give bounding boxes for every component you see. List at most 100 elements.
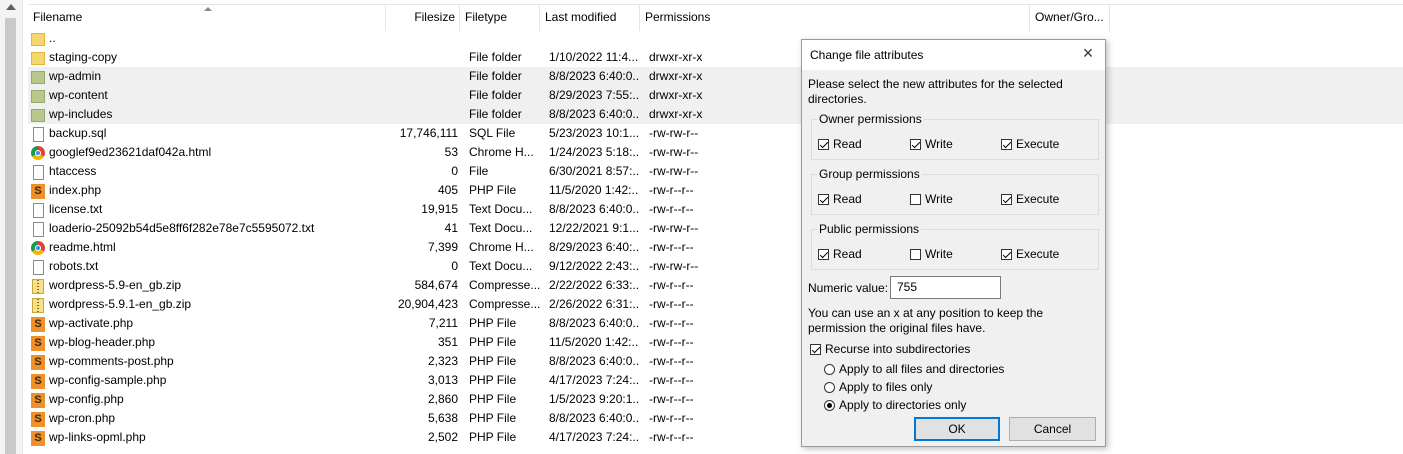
cell-last-modified: 8/8/2023 6:40:0... [549, 411, 639, 425]
table-row[interactable]: .. [28, 29, 1403, 48]
checkbox-label: Read [833, 247, 862, 261]
checkbox-box [818, 249, 829, 260]
cell-permissions: -rw-r--r-- [649, 430, 694, 444]
table-row[interactable]: Swp-blog-header.php 351 PHP File 11/5/2020 … [28, 333, 1403, 352]
numeric-value-input[interactable]: 755 [890, 276, 1001, 299]
column-header-filetype[interactable]: Filetype [460, 5, 540, 31]
group-permissions-group: Group permissions Read Write Execute [811, 167, 1099, 215]
cell-last-modified: 8/8/2023 6:40:0... [549, 316, 639, 330]
owner-read-checkbox[interactable]: Read [818, 137, 862, 151]
owner-execute-checkbox[interactable]: Execute [1001, 137, 1059, 151]
table-row[interactable]: Swp-config-sample.php 3,013 PHP File 4/17/2… [28, 371, 1403, 390]
table-row[interactable]: wp-content File folder 8/29/2023 7:55:... d… [28, 86, 1403, 105]
group-permissions-label: Group permissions [817, 167, 922, 181]
cell-last-modified: 1/24/2023 5:18:... [549, 145, 639, 159]
folder-icon [31, 68, 47, 85]
php-icon: S [31, 315, 47, 332]
cell-permissions: -rw-rw-r-- [649, 221, 699, 235]
scrollbar-thumb[interactable] [5, 18, 16, 454]
cell-filename: backup.sql [49, 126, 107, 140]
public-execute-checkbox[interactable]: Execute [1001, 247, 1059, 261]
file-icon [31, 258, 47, 275]
group-read-checkbox[interactable]: Read [818, 192, 862, 206]
table-row[interactable]: Sindex.php 405 PHP File 11/5/2020 1:42:... -… [28, 181, 1403, 200]
apply-files-only-radio[interactable]: Apply to files only [824, 380, 932, 394]
cell-filename: wordpress-5.9-en_gb.zip [49, 278, 182, 292]
cell-filetype: File folder [469, 88, 522, 102]
owner-permissions-group: Owner permissions Read Write Execute [811, 112, 1099, 160]
cell-filesize: 7,399 [427, 240, 458, 254]
cell-permissions: -rw-r--r-- [649, 202, 694, 216]
column-header-permissions[interactable]: Permissions [640, 5, 1030, 31]
checkbox-label: Execute [1016, 247, 1060, 261]
cell-filetype: PHP File [469, 430, 517, 444]
table-row[interactable]: backup.sql 17,746,111 SQL File 5/23/2023 10… [28, 124, 1403, 143]
table-row[interactable]: googlef9ed23621daf042a.html 53 Chrome H...… [28, 143, 1403, 162]
table-row[interactable]: wp-admin File folder 8/8/2023 6:40:0... drw… [28, 67, 1403, 86]
cell-permissions: -rw-r--r-- [649, 240, 694, 254]
cell-permissions: -rw-r--r-- [649, 183, 694, 197]
checkbox-box [810, 344, 821, 355]
public-permissions-group: Public permissions Read Write Execute [811, 222, 1099, 270]
cell-filetype: PHP File [469, 411, 517, 425]
table-row[interactable]: Swp-activate.php 7,211 PHP File 8/8/2023 6:… [28, 314, 1403, 333]
checkbox-box [910, 139, 921, 150]
file-icon [31, 163, 47, 180]
cell-last-modified: 12/22/2021 9:1... [549, 221, 639, 235]
table-row[interactable]: htaccess 0 File 6/30/2021 8:57:... -rw-rw-r-… [28, 162, 1403, 181]
scroll-up-arrow-icon[interactable] [6, 4, 16, 10]
table-row[interactable]: readme.html 7,399 Chrome H... 8/29/2023 6:4… [28, 238, 1403, 257]
table-row[interactable]: license.txt 19,915 Text Docu... 8/8/2023 6:… [28, 200, 1403, 219]
change-file-attributes-dialog: Change file attributes × Please select t… [801, 39, 1106, 447]
group-execute-checkbox[interactable]: Execute [1001, 192, 1059, 206]
cell-last-modified: 11/5/2020 1:42:... [549, 335, 639, 349]
cell-filename: htaccess [49, 164, 97, 178]
file-icon [31, 220, 47, 237]
checkbox-label: Write [925, 247, 953, 261]
cell-filename: wordpress-5.9.1-en_gb.zip [49, 297, 192, 311]
table-row[interactable]: staging-copy File folder 1/10/2022 11:4...… [28, 48, 1403, 67]
table-row[interactable]: Swp-comments-post.php 2,323 PHP File 8/8/20… [28, 352, 1403, 371]
recurse-subdirectories-checkbox[interactable]: Recurse into subdirectories [810, 342, 970, 356]
table-row[interactable]: wp-includes File folder 8/8/2023 6:40:0...… [28, 105, 1403, 124]
table-row[interactable]: wordpress-5.9.1-en_gb.zip 20,904,423 Compr… [28, 295, 1403, 314]
table-row[interactable]: loaderio-25092b54d5e8ff6f282e78e7c559507… [28, 219, 1403, 238]
column-header-filesize[interactable]: Filesize [386, 5, 460, 31]
cell-filename: loaderio-25092b54d5e8ff6f282e78e7c559507… [49, 221, 315, 235]
cell-filename: wp-comments-post.php [49, 354, 174, 368]
cell-last-modified: 11/5/2020 1:42:... [549, 183, 639, 197]
group-write-checkbox[interactable]: Write [910, 192, 953, 206]
checkbox-box [818, 139, 829, 150]
ok-button[interactable]: OK [914, 417, 1000, 441]
cell-filename: wp-content [49, 88, 108, 102]
table-row[interactable]: Swp-config.php 2,860 PHP File 1/5/2023 9:20… [28, 390, 1403, 409]
cancel-button[interactable]: Cancel [1009, 417, 1096, 441]
cell-filetype: Chrome H... [469, 240, 534, 254]
column-header-filename[interactable]: Filename [28, 5, 386, 31]
table-row[interactable]: robots.txt 0 Text Docu... 9/12/2022 2:43:..… [28, 257, 1403, 276]
close-icon[interactable]: × [1079, 44, 1097, 63]
cell-filesize: 3,013 [427, 373, 458, 387]
cell-filetype: Text Docu... [469, 202, 533, 216]
apply-all-radio[interactable]: Apply to all files and directories [824, 362, 1004, 376]
public-write-checkbox[interactable]: Write [910, 247, 953, 261]
public-read-checkbox[interactable]: Read [818, 247, 862, 261]
cell-filetype: PHP File [469, 354, 517, 368]
checkbox-box [910, 194, 921, 205]
vertical-scrollbar-left[interactable] [0, 0, 23, 454]
cell-filesize: 2,323 [427, 354, 458, 368]
apply-directories-only-radio[interactable]: Apply to directories only [824, 398, 966, 412]
cell-filename: wp-activate.php [49, 316, 134, 330]
sort-ascending-icon [204, 7, 212, 11]
table-row[interactable]: wordpress-5.9-en_gb.zip 584,674 Compresse.… [28, 276, 1403, 295]
cell-filetype: Text Docu... [469, 221, 533, 235]
column-header-owner-group[interactable]: Owner/Gro... [1030, 5, 1110, 31]
table-row[interactable]: Swp-cron.php 5,638 PHP File 8/8/2023 6:40:0… [28, 409, 1403, 428]
radio-label: Apply to files only [839, 380, 933, 394]
zip-icon [31, 277, 47, 294]
checkbox-box [1001, 139, 1012, 150]
table-row[interactable]: Swp-links-opml.php 2,502 PHP File 4/17/2023… [28, 428, 1403, 447]
owner-write-checkbox[interactable]: Write [910, 137, 953, 151]
cell-filesize: 41 [444, 221, 458, 235]
column-header-last-modified[interactable]: Last modified [540, 5, 640, 31]
